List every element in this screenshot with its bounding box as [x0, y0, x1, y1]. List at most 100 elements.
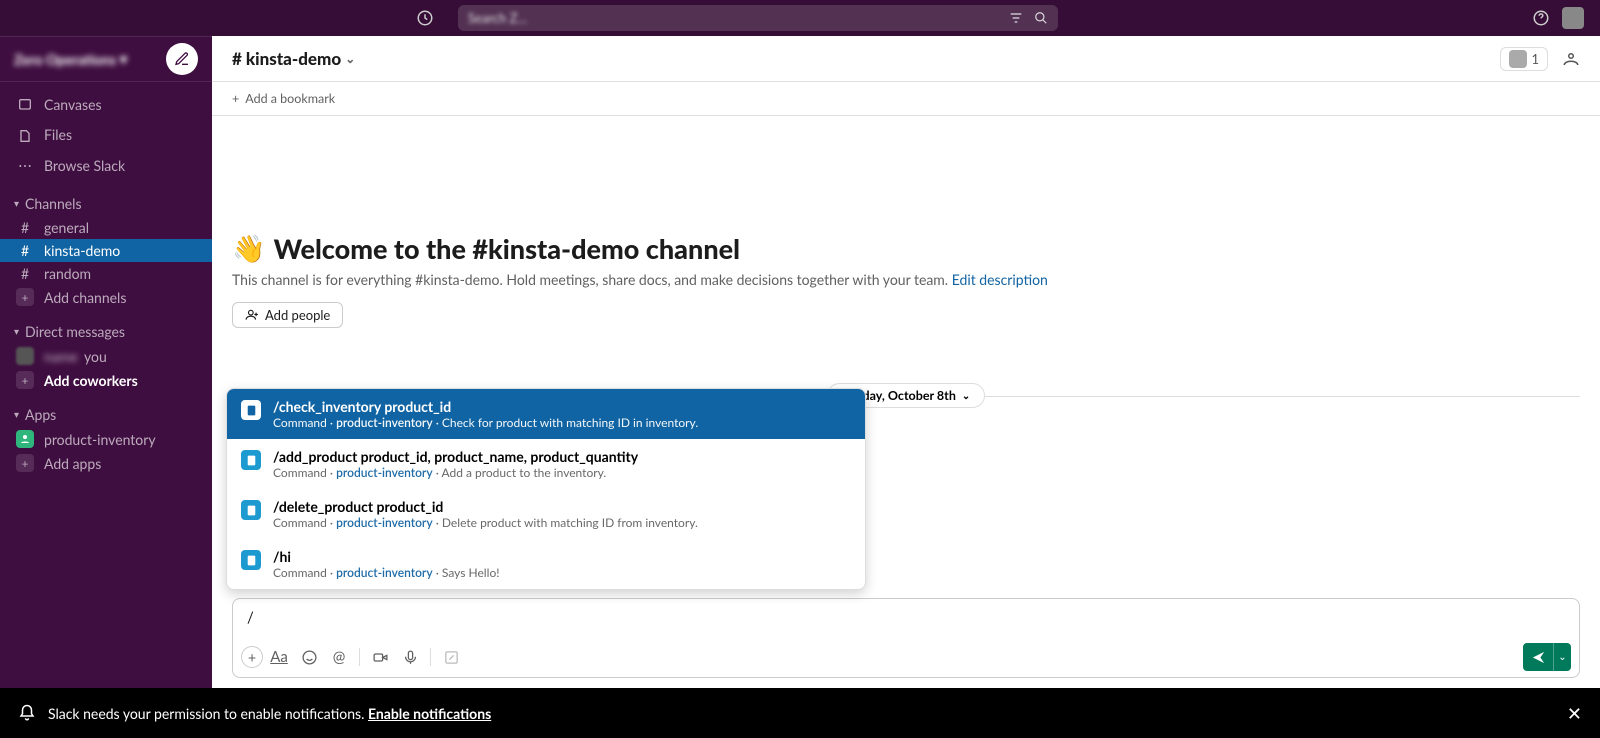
channel-header-button[interactable]: # kinsta-demo ⌄ [232, 48, 355, 69]
video-button[interactable] [366, 643, 394, 671]
welcome-block: 👋 Welcome to the #kinsta-demo channel Th… [212, 201, 1600, 338]
add-bookmark[interactable]: Add a bookmark [245, 91, 335, 106]
app-icon [16, 430, 34, 448]
channel-name: general [44, 219, 89, 236]
nav-files[interactable]: Files [0, 120, 212, 150]
plus-icon: + [16, 371, 34, 389]
huddle-icon[interactable] [1562, 50, 1580, 68]
format-button[interactable]: Aa [265, 643, 293, 671]
enable-notifications-link[interactable]: Enable notifications [368, 705, 491, 722]
dm-you-label: you [84, 348, 107, 365]
nav-browse[interactable]: Browse Slack [0, 151, 212, 181]
hash-icon: # [16, 219, 34, 236]
command-title: /delete_product product_id [273, 498, 698, 515]
notif-text: Slack needs your permission to enable no… [48, 705, 368, 722]
message-composer: / + Aa @ [232, 598, 1580, 678]
audio-button[interactable] [396, 643, 424, 671]
channel-random[interactable]: # random [0, 262, 212, 285]
command-title: /add_product product_id, product_name, p… [273, 448, 638, 465]
app-icon [241, 550, 261, 570]
hash-icon: # [16, 265, 34, 282]
apps-header[interactable]: ▾ Apps [0, 402, 212, 427]
add-channels-label: Add channels [44, 289, 126, 306]
emoji-button[interactable] [295, 643, 323, 671]
search-text: Search Z… [468, 10, 1000, 26]
history-icon[interactable] [416, 9, 434, 27]
add-coworkers[interactable]: + Add coworkers [0, 368, 212, 392]
channel-title: kinsta-demo [246, 48, 341, 69]
compose-button[interactable] [166, 43, 198, 75]
welcome-desc: This channel is for everything #kinsta-d… [232, 271, 952, 288]
dm-you[interactable]: name you [0, 344, 212, 368]
shortcut-button[interactable] [437, 643, 465, 671]
app-icon [241, 450, 261, 470]
nav-label: Files [44, 124, 72, 146]
command-title: /hi [273, 548, 500, 565]
sidebar: Zero Operations ▾ Canvases Files Browse … [0, 36, 212, 688]
help-icon[interactable] [1532, 9, 1550, 27]
app-product-inventory[interactable]: product-inventory [0, 427, 212, 451]
command-item[interactable]: /hi Command · product-inventory · Says H… [227, 539, 865, 589]
notification-banner: Slack needs your permission to enable no… [0, 688, 1600, 738]
dm-header[interactable]: ▾ Direct messages [0, 319, 212, 344]
add-people-button[interactable]: Add people [232, 302, 343, 328]
channel-name: random [44, 265, 91, 282]
hash-icon: # [232, 48, 242, 69]
close-icon[interactable]: ✕ [1567, 702, 1582, 725]
nav-label: Browse Slack [44, 155, 125, 177]
command-title: /check_inventory product_id [273, 398, 698, 415]
channel-name: kinsta-demo [44, 242, 120, 259]
topbar: Search Z… [0, 0, 1600, 36]
channel-kinsta-demo[interactable]: # kinsta-demo [0, 239, 212, 262]
edit-description-link[interactable]: Edit description [952, 271, 1048, 288]
chevron-down-icon: ▾ [120, 50, 127, 68]
nav-label: Canvases [44, 94, 102, 116]
workspace-header[interactable]: Zero Operations ▾ [0, 36, 212, 82]
more-icon [16, 158, 34, 174]
send-button[interactable] [1523, 643, 1553, 671]
user-avatar[interactable] [1562, 7, 1584, 29]
files-icon [16, 128, 34, 144]
chevron-down-icon: ⌄ [345, 51, 355, 66]
workspace-name: Zero Operations [14, 51, 116, 68]
channel-content: # kinsta-demo ⌄ 1 + Add a bookmark 👋 W [212, 36, 1600, 688]
message-input[interactable]: / [233, 599, 1579, 639]
welcome-title: 👋 Welcome to the #kinsta-demo channel [232, 231, 1580, 265]
command-suggestions: /check_inventory product_id Command · pr… [226, 388, 866, 590]
member-count: 1 [1531, 51, 1539, 67]
avatar-icon [1509, 50, 1527, 68]
plus-icon[interactable]: + [232, 91, 239, 106]
add-people-label: Add people [265, 307, 330, 323]
channels-header[interactable]: ▾ Channels [0, 191, 212, 216]
chevron-down-icon: ⌄ [962, 390, 970, 402]
caret-down-icon: ▾ [14, 409, 19, 421]
add-coworkers-label: Add coworkers [44, 372, 138, 389]
command-meta: Command · product-inventory · Check for … [273, 415, 698, 430]
nav-canvases[interactable]: Canvases [0, 90, 212, 120]
send-options[interactable]: ⌄ [1553, 643, 1571, 671]
filter-icon[interactable] [1008, 10, 1024, 26]
app-icon [241, 500, 261, 520]
command-item[interactable]: /add_product product_id, product_name, p… [227, 439, 865, 489]
apps-label: Apps [25, 406, 56, 423]
add-apps[interactable]: + Add apps [0, 451, 212, 475]
members-button[interactable]: 1 [1500, 47, 1548, 71]
search-icon [1034, 11, 1048, 25]
channel-general[interactable]: # general [0, 216, 212, 239]
user-avatar-icon [16, 347, 34, 365]
caret-down-icon: ▾ [14, 326, 19, 338]
add-channels[interactable]: + Add channels [0, 285, 212, 309]
command-item[interactable]: /delete_product product_id Command · pro… [227, 489, 865, 539]
channels-label: Channels [25, 195, 82, 212]
caret-down-icon: ▾ [14, 198, 19, 210]
command-meta: Command · product-inventory · Delete pro… [273, 515, 698, 530]
canvas-icon [16, 97, 34, 113]
plus-icon: + [16, 454, 34, 472]
mention-button[interactable]: @ [325, 643, 353, 671]
app-name: product-inventory [44, 431, 156, 448]
plus-icon: + [16, 288, 34, 306]
attach-button[interactable]: + [241, 646, 263, 668]
command-item[interactable]: /check_inventory product_id Command · pr… [227, 389, 865, 439]
search-input[interactable]: Search Z… [458, 5, 1058, 31]
hash-icon: # [16, 242, 34, 259]
